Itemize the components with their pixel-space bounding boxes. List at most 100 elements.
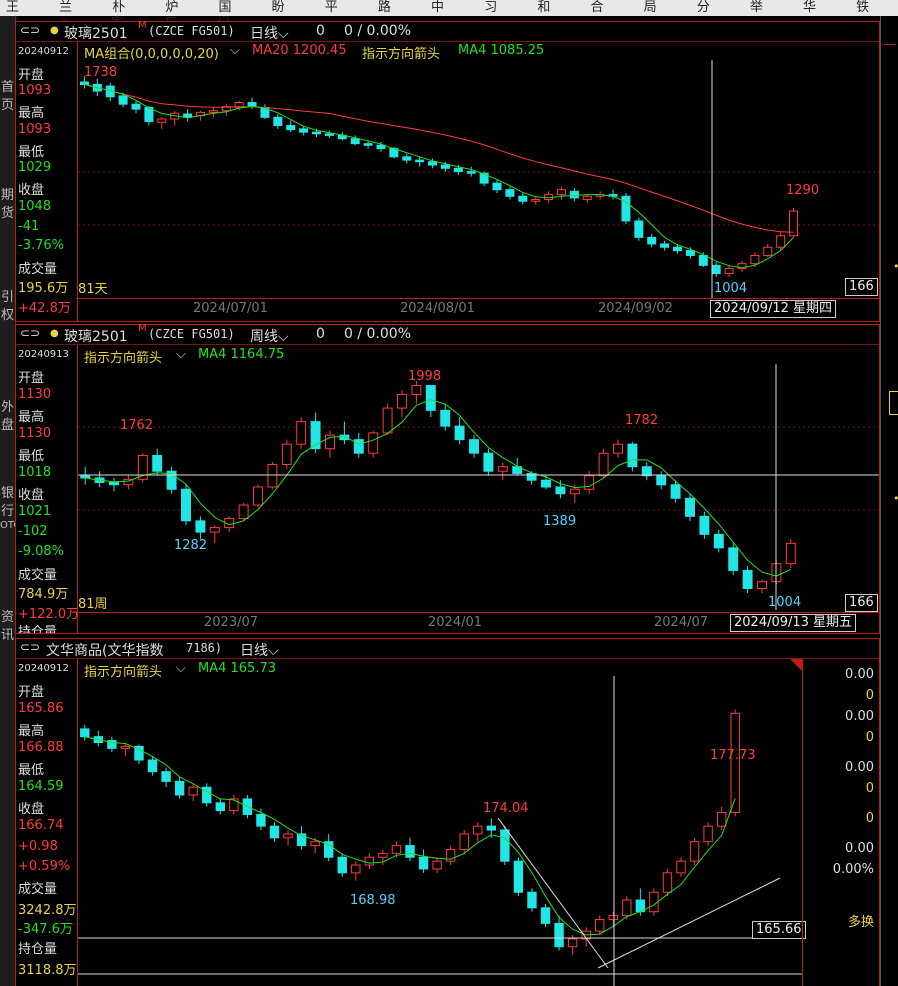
nav-ext-1[interactable]: 外 bbox=[0, 396, 15, 415]
nav-bank-2[interactable]: 行 bbox=[0, 500, 15, 519]
candle bbox=[728, 547, 739, 571]
panel3-candlestick-chart[interactable] bbox=[78, 676, 802, 986]
p2-cursor-date: 2024/09/13 星期五 bbox=[730, 614, 857, 632]
high-label: 最高 bbox=[18, 410, 45, 425]
candle bbox=[569, 488, 580, 495]
candle bbox=[716, 812, 727, 827]
candle bbox=[428, 161, 438, 166]
link-icon[interactable]: ⊂⊃ bbox=[20, 23, 40, 37]
left-nav-strip: 首 页 期 货 引 权 外 盘 银 行 OTC 资 讯 bbox=[0, 16, 20, 986]
panel2-info-column: 20240913 开盘 1130 最高 1130 最低 1018 收盘 1021… bbox=[16, 345, 78, 633]
low-label: 最低 bbox=[18, 145, 45, 160]
panel1-period-select[interactable]: 日线⌵ bbox=[250, 23, 289, 43]
candle bbox=[608, 915, 618, 920]
panel3-symbol-name[interactable]: 文华商品(文华指数 bbox=[46, 640, 163, 660]
candle bbox=[554, 922, 564, 948]
nav-news-1[interactable]: 资 bbox=[0, 606, 15, 625]
candle bbox=[378, 852, 388, 858]
chevron-down-icon[interactable]: ⌵ bbox=[230, 43, 240, 58]
candle bbox=[473, 825, 483, 835]
candle bbox=[440, 409, 451, 427]
candle bbox=[273, 116, 283, 127]
right-strip-mark bbox=[884, 44, 896, 45]
trend-line-down bbox=[497, 817, 609, 969]
candle bbox=[391, 845, 402, 854]
panel2-candlestick-chart[interactable] bbox=[78, 364, 879, 610]
candle bbox=[376, 144, 386, 150]
candle bbox=[80, 728, 90, 738]
nav-ext-2[interactable]: 盘 bbox=[0, 414, 15, 433]
candle bbox=[483, 452, 494, 472]
p2-annot-1282: 1282 bbox=[174, 538, 208, 553]
candle bbox=[324, 133, 334, 136]
candle bbox=[147, 759, 158, 773]
chevron-down-icon[interactable]: ⌵ bbox=[176, 347, 186, 362]
axis-tick: 2024/07/01 bbox=[193, 301, 268, 316]
candle bbox=[595, 918, 605, 932]
nav-options-1[interactable]: 引 bbox=[0, 286, 15, 305]
axis-tick: 2024/07 bbox=[654, 615, 709, 630]
nav-futures-1[interactable]: 期 bbox=[0, 184, 15, 203]
candle bbox=[569, 190, 579, 199]
p2-annot-1389: 1389 bbox=[543, 514, 577, 529]
panel2-period-select[interactable]: 周线⌵ bbox=[250, 326, 289, 346]
candle bbox=[531, 199, 541, 202]
high-value: 166.88 bbox=[18, 740, 64, 755]
p2-value-box: 166 bbox=[845, 594, 878, 612]
candle bbox=[109, 481, 119, 486]
link-icon[interactable]: ⊂⊃ bbox=[20, 326, 40, 340]
nav-home-2[interactable]: 页 bbox=[0, 94, 15, 113]
candle bbox=[527, 891, 537, 909]
candle bbox=[353, 439, 364, 454]
volume-value: 195.6万 bbox=[18, 281, 69, 296]
right-stat: 0.00% bbox=[832, 862, 874, 877]
candle bbox=[518, 195, 528, 202]
candle bbox=[209, 527, 220, 533]
p1-cursor-date: 2024/09/12 星期四 bbox=[710, 300, 837, 318]
high-label: 最高 bbox=[18, 724, 45, 739]
close-value: 166.74 bbox=[18, 818, 64, 833]
panel3-period-select[interactable]: 日线⌵ bbox=[240, 640, 279, 660]
link-icon[interactable]: ⊂⊃ bbox=[20, 640, 40, 654]
candle bbox=[238, 504, 249, 520]
panel1-main-mark: M bbox=[138, 20, 147, 31]
panel1-symbol-code: (CZCE FG501) bbox=[148, 24, 235, 38]
chevron-down-icon[interactable]: ⌵ bbox=[176, 661, 186, 676]
candle bbox=[656, 475, 667, 486]
ma20-label: MA20 1200.45 bbox=[252, 43, 347, 58]
nav-options-2[interactable]: 权 bbox=[0, 304, 15, 323]
candle bbox=[598, 452, 609, 477]
candle bbox=[540, 907, 551, 924]
chevron-down-icon: ⌵ bbox=[278, 329, 289, 345]
candle bbox=[662, 872, 673, 893]
candle bbox=[425, 385, 436, 411]
p1-peak-annotation: 1290 bbox=[786, 183, 820, 198]
candle bbox=[621, 195, 631, 222]
candle bbox=[453, 167, 463, 173]
panel2-header: ⊂⊃ ● 玻璃2501 M (CZCE FG501) 周线⌵ 0 0 / 0.0… bbox=[16, 323, 879, 346]
candle bbox=[742, 569, 753, 589]
open-value: 1093 bbox=[18, 83, 52, 98]
volume-label: 成交量 bbox=[18, 568, 58, 583]
candle bbox=[526, 472, 537, 481]
nav-news-2[interactable]: 讯 bbox=[0, 624, 15, 643]
panel1-indicator-bar: MA组合(0,0,0,0,0,20) ⌵ MA20 1200.45 指示方向箭头… bbox=[84, 43, 864, 62]
nav-futures-2[interactable]: 货 bbox=[0, 202, 15, 221]
right-strip-marker[interactable] bbox=[889, 391, 898, 415]
panel1-candlestick-chart[interactable] bbox=[78, 60, 879, 298]
p3-annot-168: 168.98 bbox=[350, 893, 396, 908]
candle bbox=[469, 439, 479, 454]
candle bbox=[337, 856, 347, 874]
panel1-symbol-name[interactable]: 玻璃2501 bbox=[64, 23, 128, 43]
panel2-main-mark: M bbox=[138, 323, 147, 334]
high-label: 最高 bbox=[18, 106, 45, 121]
change-pct: -3.76% bbox=[18, 238, 64, 253]
panel3-symbol-code: 7186) bbox=[186, 641, 223, 655]
panel2-symbol-name[interactable]: 玻璃2501 bbox=[64, 326, 128, 346]
nav-bank-1[interactable]: 银 bbox=[0, 482, 15, 501]
nav-otc[interactable]: OTC bbox=[0, 520, 20, 531]
candle bbox=[411, 385, 422, 396]
axis-tick: 2024/09/02 bbox=[598, 301, 673, 316]
nav-home-1[interactable]: 首 bbox=[0, 76, 15, 95]
axis-tick: 2023/07 bbox=[204, 615, 259, 630]
